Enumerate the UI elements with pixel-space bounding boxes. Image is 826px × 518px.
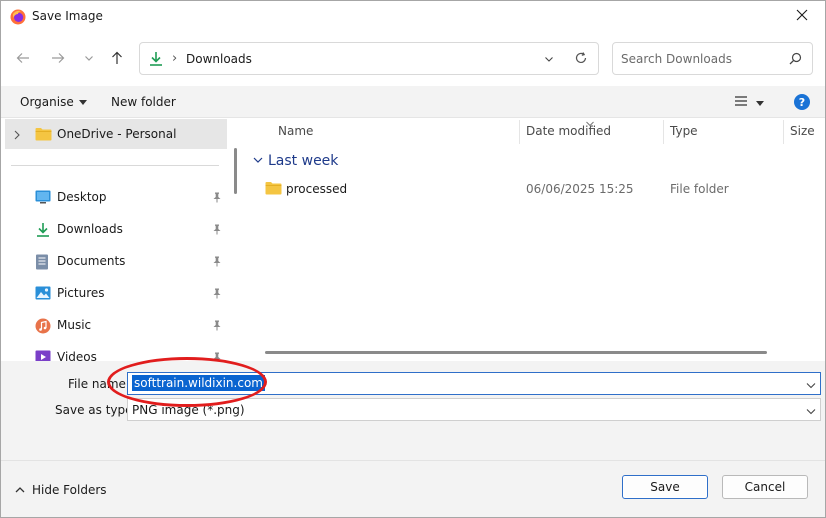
hide-folders-label: Hide Folders bbox=[32, 483, 107, 497]
save-form-area: File name: softtrain.wildixin.com Save a… bbox=[1, 361, 825, 517]
arrow-left-icon bbox=[16, 51, 30, 68]
organise-button[interactable]: Organise bbox=[20, 95, 87, 109]
column-header-size[interactable]: Size bbox=[790, 118, 815, 145]
save-image-dialog: Save Image › Downloads Search Downloads … bbox=[0, 0, 826, 518]
address-bar[interactable]: › Downloads bbox=[139, 42, 599, 75]
pin-icon bbox=[212, 288, 222, 302]
column-header-date-modified[interactable]: Date modified bbox=[526, 118, 611, 145]
group-header-last-week[interactable]: Last week bbox=[253, 153, 338, 169]
music-icon bbox=[35, 318, 51, 337]
firefox-icon bbox=[10, 9, 26, 25]
sidebar-item-videos[interactable]: Videos bbox=[5, 344, 227, 361]
arrow-right-icon bbox=[51, 51, 65, 68]
sidebar-item-downloads[interactable]: Downloads bbox=[5, 216, 227, 244]
sidebar-item-documents[interactable]: Documents bbox=[5, 248, 227, 276]
folder-icon bbox=[265, 181, 282, 198]
picture-icon bbox=[35, 286, 51, 303]
column-divider[interactable] bbox=[663, 120, 664, 144]
new-folder-button[interactable]: New folder bbox=[111, 95, 176, 109]
chevron-up-icon bbox=[15, 483, 25, 497]
save-as-type-value: PNG image (*.png) bbox=[132, 403, 245, 417]
recent-locations-button[interactable] bbox=[78, 48, 100, 70]
list-view-icon bbox=[734, 95, 748, 110]
sidebar-item-label: OneDrive - Personal bbox=[57, 127, 177, 141]
column-divider[interactable] bbox=[519, 120, 520, 144]
chevron-down-icon[interactable] bbox=[806, 405, 816, 419]
command-bar: Organise New folder ? bbox=[1, 86, 825, 118]
sidebar-divider bbox=[11, 165, 219, 166]
sidebar-item-desktop[interactable]: Desktop bbox=[5, 184, 227, 212]
forward-button[interactable] bbox=[47, 48, 69, 70]
chevron-right-icon[interactable] bbox=[13, 129, 21, 143]
document-icon bbox=[35, 254, 49, 273]
file-name-selected-text[interactable]: softtrain.wildixin.com bbox=[132, 375, 265, 391]
file-list[interactable]: Name Date modified Type Size Last week p… bbox=[247, 118, 825, 361]
chevron-down-icon[interactable] bbox=[806, 379, 816, 393]
breadcrumb-separator: › bbox=[172, 51, 178, 66]
video-icon bbox=[35, 350, 51, 361]
save-as-type-label: Save as type: bbox=[55, 403, 137, 417]
sidebar-item-pictures[interactable]: Pictures bbox=[5, 280, 227, 308]
back-button[interactable] bbox=[12, 48, 34, 70]
organise-label: Organise bbox=[20, 95, 74, 109]
chevron-down-icon[interactable] bbox=[544, 53, 554, 67]
column-divider[interactable] bbox=[783, 120, 784, 144]
sidebar-item-music[interactable]: Music bbox=[5, 312, 227, 340]
file-row[interactable]: processed 06/06/2025 15:25 File folder bbox=[247, 178, 825, 200]
sidebar-item-label: Videos bbox=[57, 350, 97, 361]
sidebar-item-label: Desktop bbox=[57, 190, 107, 204]
file-name-label: File name: bbox=[68, 377, 130, 391]
refresh-icon[interactable] bbox=[574, 51, 588, 68]
save-button[interactable]: Save bbox=[622, 475, 708, 499]
close-button[interactable] bbox=[779, 1, 825, 31]
sidebar-item-label: Music bbox=[57, 318, 92, 332]
save-as-type-select[interactable]: PNG image (*.png) bbox=[127, 398, 821, 421]
help-button[interactable]: ? bbox=[794, 94, 810, 110]
sidebar-item-label: Pictures bbox=[57, 286, 105, 300]
caret-down-icon bbox=[756, 96, 764, 110]
search-box[interactable] bbox=[612, 42, 813, 75]
download-icon bbox=[148, 51, 164, 70]
pin-icon bbox=[212, 320, 222, 334]
search-icon[interactable] bbox=[789, 52, 802, 68]
sidebar-item-onedrive[interactable]: OneDrive - Personal bbox=[5, 119, 227, 149]
up-button[interactable] bbox=[106, 48, 128, 70]
footer-divider bbox=[1, 460, 825, 461]
pin-icon bbox=[212, 192, 222, 206]
sidebar-item-label: Documents bbox=[57, 254, 126, 268]
navigation-pane[interactable]: OneDrive - Personal Desktop Downloads Do… bbox=[1, 118, 241, 361]
column-header-type[interactable]: Type bbox=[670, 118, 698, 145]
file-name: processed bbox=[286, 182, 348, 196]
view-options-button[interactable] bbox=[734, 95, 764, 110]
column-header-name[interactable]: Name bbox=[278, 118, 313, 145]
breadcrumb-downloads[interactable]: Downloads bbox=[186, 52, 252, 66]
pin-icon bbox=[212, 352, 222, 361]
file-name-input[interactable]: softtrain.wildixin.com bbox=[127, 372, 821, 395]
sidebar-scrollbar[interactable] bbox=[234, 148, 237, 194]
file-date-modified: 06/06/2025 15:25 bbox=[526, 182, 634, 196]
search-input[interactable] bbox=[614, 44, 784, 73]
chevron-down-icon bbox=[253, 153, 263, 169]
address-row: › Downloads bbox=[1, 39, 825, 79]
sidebar-item-label: Downloads bbox=[57, 222, 123, 236]
download-icon bbox=[35, 222, 51, 241]
group-label: Last week bbox=[268, 153, 339, 169]
desktop-icon bbox=[35, 190, 51, 207]
arrow-up-icon bbox=[110, 51, 124, 68]
cancel-button[interactable]: Cancel bbox=[722, 475, 808, 499]
hide-folders-button[interactable]: Hide Folders bbox=[15, 483, 107, 497]
horizontal-scrollbar[interactable] bbox=[265, 351, 767, 354]
folder-icon bbox=[35, 127, 52, 144]
title-bar: Save Image bbox=[1, 1, 825, 33]
window-title: Save Image bbox=[32, 9, 103, 23]
close-icon bbox=[796, 9, 808, 24]
file-type: File folder bbox=[670, 182, 729, 196]
chevron-down-icon bbox=[84, 52, 94, 66]
pin-icon bbox=[212, 256, 222, 270]
pin-icon bbox=[212, 224, 222, 238]
caret-down-icon bbox=[78, 95, 87, 109]
